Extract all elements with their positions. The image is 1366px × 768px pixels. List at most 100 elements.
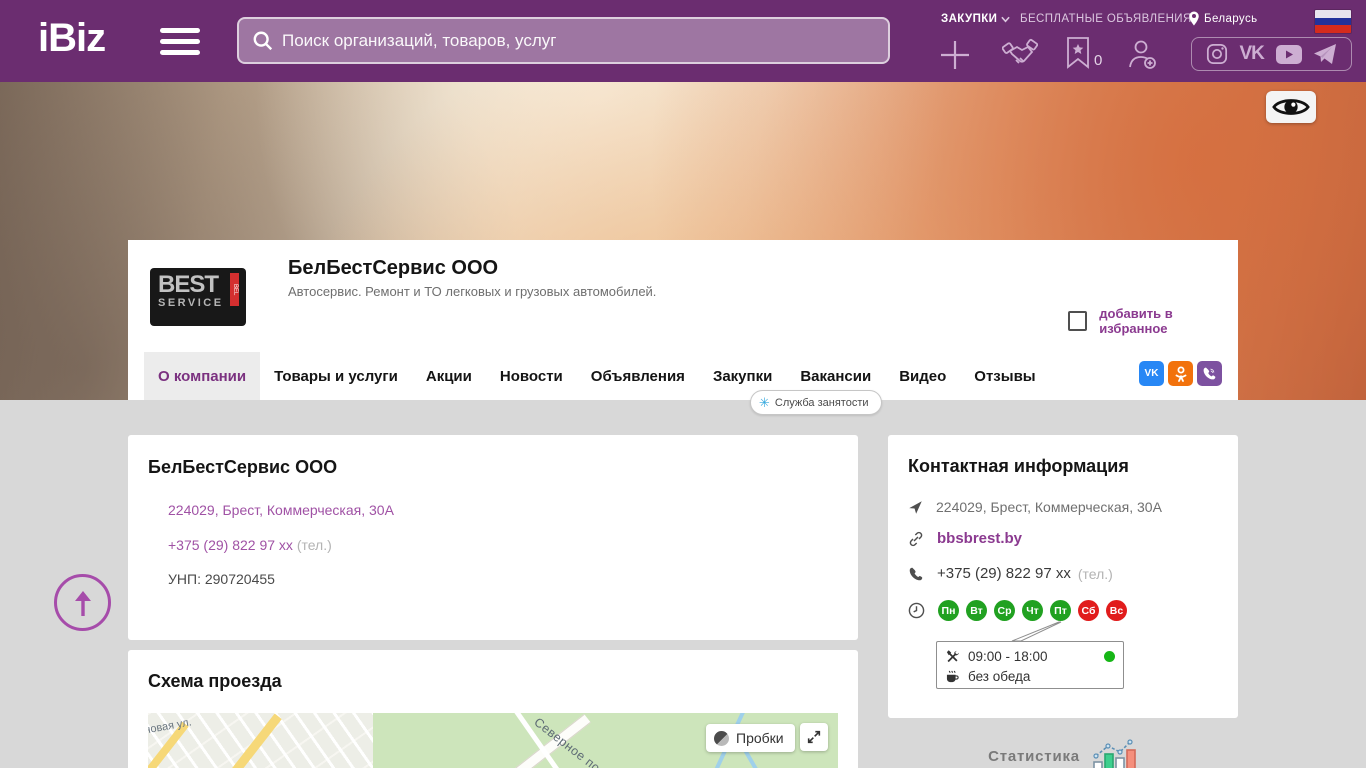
add-to-favorites[interactable]: добавить в избранное (1068, 306, 1238, 336)
region-selector[interactable]: Беларусь (1188, 11, 1258, 26)
contact-phone-note: (тел.) (1077, 565, 1113, 582)
eye-icon (1272, 99, 1310, 115)
bookmark-count: 0 (1094, 52, 1103, 69)
country-label: Беларусь (1204, 12, 1258, 25)
website-link[interactable]: bbsbrest.by (937, 530, 1022, 547)
map-card: Схема проезда иновая ул. Северное полуко… (128, 650, 858, 768)
logo-word-best: BEST (158, 271, 219, 298)
unp-label: УНП: 290720455 (168, 571, 275, 587)
language-flag-russian[interactable] (1315, 10, 1351, 33)
day-badge-sun[interactable]: Вс (1106, 600, 1127, 621)
day-badge-sat[interactable]: Сб (1078, 600, 1099, 621)
employment-service-icon: ✳ (759, 394, 770, 410)
bookmarks-button[interactable]: 0 (1066, 37, 1102, 69)
profile-button[interactable] (1126, 38, 1158, 75)
arrow-up-icon (74, 590, 91, 616)
lunch-value: без обеда (968, 668, 1031, 684)
map-title: Схема проезда (148, 671, 282, 691)
company-social-badges: VK (1139, 361, 1222, 386)
company-tabs: О компании Товары и услуги Акции Новости… (128, 352, 1238, 400)
day-badge-mon[interactable]: Пн (938, 600, 959, 621)
procurement-label: ЗАКУПКИ (941, 13, 998, 25)
chevron-down-icon (1001, 16, 1011, 23)
instagram-icon[interactable] (1206, 43, 1228, 65)
about-address-link[interactable]: 224029, Брест, Коммерческая, 30А (168, 502, 394, 518)
day-badge-thu[interactable]: Чт (1022, 600, 1043, 621)
about-title: БелБестСервис ООО (148, 457, 338, 477)
header-social-links: VK (1191, 37, 1352, 71)
logo-word-service: SERVICE (158, 297, 224, 309)
company-logo[interactable]: BEST SERVICE BEL (150, 268, 246, 326)
page: iBiz ЗАКУПКИ БЕСПЛАТНЫЕ ОБЪЯВЛЕНИЯ Белар… (0, 0, 1366, 768)
employment-service-label: Служба занятости (774, 396, 869, 409)
user-add-icon (1129, 40, 1156, 69)
day-badge-wed[interactable]: Ср (994, 600, 1015, 621)
free-ads-link[interactable]: БЕСПЛАТНЫЕ ОБЪЯВЛЕНИЯ (1020, 13, 1192, 25)
day-badge-fri[interactable]: Пт (1050, 600, 1071, 621)
day-badge-tue[interactable]: Вт (966, 600, 987, 621)
search-bar (237, 17, 890, 64)
link-icon (909, 531, 923, 546)
handshake-icon (1001, 38, 1039, 64)
navigation-arrow-icon (909, 500, 922, 514)
tab-products[interactable]: Товары и услуги (260, 352, 412, 400)
search-input[interactable] (274, 19, 888, 62)
logo-word-bel: BEL (230, 273, 239, 306)
hours-value: 09:00 - 18:00 (968, 648, 1048, 664)
tools-icon (946, 649, 959, 662)
tab-ads[interactable]: Объявления (577, 352, 699, 400)
about-phone-link[interactable]: +375 (29) 822 97 xx (168, 537, 293, 553)
traffic-button[interactable]: Пробки (706, 724, 795, 752)
tab-reviews[interactable]: Отзывы (960, 352, 1049, 400)
tab-news[interactable]: Новости (486, 352, 577, 400)
map-fullscreen-button[interactable] (800, 723, 828, 751)
contacts-title: Контактная информация (908, 456, 1129, 476)
company-description: Автосервис. Ремонт и ТО легковых и грузо… (288, 284, 657, 299)
scroll-to-top-button[interactable] (54, 574, 111, 631)
procurement-menu[interactable]: ЗАКУПКИ (941, 13, 1011, 25)
expand-icon (807, 730, 821, 744)
phone-note: (тел.) (296, 537, 332, 553)
map-canvas[interactable]: иновая ул. Северное полукольцо Пробки (148, 713, 838, 768)
about-card: БелБестСервис ООО 224029, Брест, Коммерч… (128, 435, 858, 640)
favorite-checkbox[interactable] (1068, 311, 1088, 331)
stats-chart-icon (1093, 739, 1136, 768)
tab-video[interactable]: Видео (885, 352, 960, 400)
contact-address: 224029, Брест, Коммерческая, 30А (936, 499, 1162, 515)
vk-badge-icon[interactable]: VK (1139, 361, 1164, 386)
search-icon (253, 31, 273, 50)
bookmark-star-icon (1067, 37, 1089, 69)
add-company-button[interactable] (938, 38, 972, 77)
stats-title: Статистика (988, 747, 1080, 765)
accessibility-version-button[interactable] (1266, 91, 1316, 123)
viber-badge-icon[interactable] (1197, 361, 1222, 386)
contact-card: Контактная информация 224029, Брест, Ком… (888, 435, 1238, 718)
hamburger-menu-icon[interactable] (160, 28, 200, 56)
traffic-icon (714, 730, 729, 746)
coffee-icon (946, 670, 959, 682)
tab-about[interactable]: О компании (144, 352, 261, 400)
favorite-label: добавить в избранное (1099, 306, 1173, 336)
ibiz-logo[interactable]: iBiz (38, 16, 106, 61)
phone-icon (909, 567, 923, 580)
youtube-icon[interactable] (1275, 44, 1302, 64)
contact-phone[interactable]: +375 (29) 822 97 xx (937, 565, 1071, 582)
telegram-icon[interactable] (1313, 43, 1337, 65)
clock-icon (908, 602, 925, 619)
company-header-card: BEST SERVICE BEL БелБестСервис ООО Автос… (128, 240, 1238, 415)
open-status-dot (1104, 650, 1115, 662)
vk-icon[interactable]: VK (1239, 43, 1264, 65)
header: iBiz ЗАКУПКИ БЕСПЛАТНЫЕ ОБЪЯВЛЕНИЯ Белар… (0, 0, 1366, 82)
working-days: Пн Вт Ср Чт Пт Сб Вс (938, 600, 1127, 621)
location-pin-icon (1189, 11, 1199, 26)
company-name: БелБестСервис ООО (288, 257, 499, 279)
free-ads-label: БЕСПЛАТНЫЕ ОБЪЯВЛЕНИЯ (1020, 13, 1192, 25)
partners-button[interactable] (1001, 38, 1039, 75)
odnoklassniki-badge-icon[interactable] (1168, 361, 1193, 386)
plus-icon (941, 41, 969, 69)
tab-promos[interactable]: Акции (412, 352, 486, 400)
working-hours-popup: 09:00 - 18:00 без обеда (936, 641, 1124, 689)
statistics-section[interactable]: Статистика (888, 738, 1238, 768)
traffic-label: Пробки (736, 730, 784, 746)
employment-service-tooltip: ✳ Служба занятости (750, 390, 882, 415)
